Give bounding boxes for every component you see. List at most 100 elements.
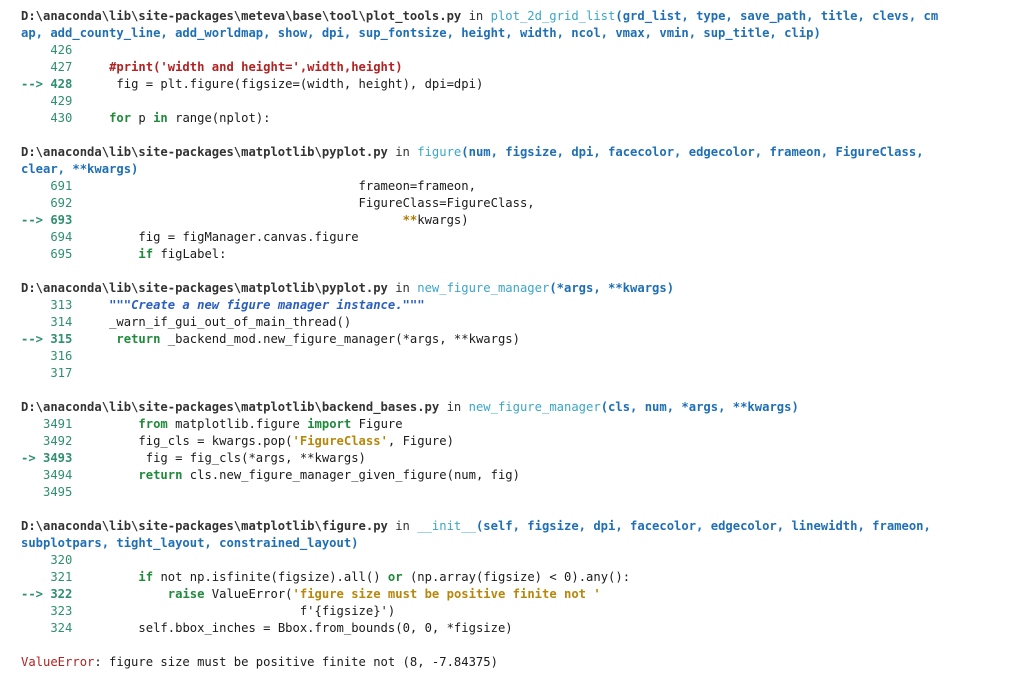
- code-line: 3495: [21, 484, 1011, 501]
- frame-separator: [21, 501, 1011, 518]
- docstring: """Create a new figure manager instance.…: [109, 298, 425, 312]
- code-line: 694 fig = figManager.canvas.figure: [21, 229, 1011, 246]
- code-text: fig = fig_cls(*args, **kwargs): [145, 451, 366, 465]
- code-text: kwargs): [417, 213, 469, 227]
- line-number: 429: [21, 94, 73, 108]
- code-line: 691 frameon=frameon,: [21, 178, 1011, 195]
- frame-header: D:\anaconda\lib\site-packages\meteva\bas…: [21, 8, 1011, 25]
- frame-header-continued: subplotpars, tight_layout, constrained_l…: [21, 535, 1011, 552]
- traceback-panel: D:\anaconda\lib\site-packages\meteva\bas…: [21, 8, 1011, 671]
- frame-header: D:\anaconda\lib\site-packages\matplotlib…: [21, 144, 1011, 161]
- code-keyword: in: [153, 111, 168, 125]
- code-line: 429: [21, 93, 1011, 110]
- function-name: plot_2d_grid_list: [490, 9, 616, 23]
- code-text: Figure: [351, 417, 403, 431]
- code-text: fig = plt.figure(figsize=(width, height)…: [116, 77, 484, 91]
- code-text: (np.array(figsize) < 0).any():: [402, 570, 631, 584]
- line-number: 692: [21, 196, 73, 210]
- in-keyword: in: [387, 519, 418, 533]
- line-number: 321: [21, 570, 73, 584]
- file-path-link: D:\anaconda\lib\site-packages\matplotlib…: [21, 281, 388, 295]
- line-number: 324: [21, 621, 73, 635]
- function-signature: (num, figsize, dpi, facecolor, edgecolor…: [461, 145, 924, 159]
- code-line: --> 315 return _backend_mod.new_figure_m…: [21, 331, 1011, 348]
- frame-header: D:\anaconda\lib\site-packages\matplotlib…: [21, 399, 1011, 416]
- line-number: 323: [21, 604, 73, 618]
- line-number: 320: [21, 553, 73, 567]
- code-keyword: return: [138, 468, 183, 482]
- code-keyword: raise: [167, 587, 205, 601]
- line-number: 691: [21, 179, 73, 193]
- code-line: --> 428 fig = plt.figure(figsize=(width,…: [21, 76, 1011, 93]
- code-text: self.bbox_inches = Bbox.from_bounds(0, 0…: [138, 621, 513, 635]
- function-name: new_figure_manager: [417, 281, 550, 295]
- line-number: 430: [21, 111, 73, 125]
- current-line-marker: --> 428: [21, 77, 73, 91]
- function-signature: (*args, **kwargs): [549, 281, 675, 295]
- code-text: range(nplot):: [167, 111, 271, 125]
- code-text: _backend_mod.new_figure_manager(*args, *…: [160, 332, 520, 346]
- code-string: 'figure size must be positive finite not…: [292, 587, 601, 601]
- current-line-marker: -> 3493: [21, 451, 73, 465]
- code-text: fig = figManager.canvas.figure: [138, 230, 359, 244]
- line-number: 3491: [21, 417, 73, 431]
- code-line: 695 if figLabel:: [21, 246, 1011, 263]
- code-line: 3491 from matplotlib.figure import Figur…: [21, 416, 1011, 433]
- code-line: 427 #print('width and height=',width,hei…: [21, 59, 1011, 76]
- line-number: 3492: [21, 434, 73, 448]
- code-text: ValueError(: [204, 587, 293, 601]
- frame-header-continued: clear, **kwargs): [21, 161, 1011, 178]
- code-line: --> 322 raise ValueError('figure size mu…: [21, 586, 1011, 603]
- line-number: 3494: [21, 468, 73, 482]
- code-line: 324 self.bbox_inches = Bbox.from_bounds(…: [21, 620, 1011, 637]
- line-number: 427: [21, 60, 73, 74]
- file-path-link: D:\anaconda\lib\site-packages\matplotlib…: [21, 400, 440, 414]
- code-line: 317: [21, 365, 1011, 382]
- code-text: cls.new_figure_manager_given_figure(num,…: [182, 468, 520, 482]
- function-signature: clear, **kwargs): [21, 162, 139, 176]
- code-keyword: return: [116, 332, 161, 346]
- line-number: 426: [21, 43, 73, 57]
- code-keyword: from: [138, 417, 168, 431]
- function-signature: (grd_list, type, save_path, title, clevs…: [615, 9, 939, 23]
- line-number: 3495: [21, 485, 73, 499]
- line-number: 316: [21, 349, 73, 363]
- line-number: 695: [21, 247, 73, 261]
- code-text: fig_cls = kwargs.pop(: [138, 434, 293, 448]
- file-path-link: D:\anaconda\lib\site-packages\matplotlib…: [21, 519, 388, 533]
- code-text: FigureClass=FigureClass,: [358, 196, 535, 210]
- line-number: 313: [21, 298, 73, 312]
- code-string: 'FigureClass': [292, 434, 388, 448]
- error-message: : figure size must be positive finite no…: [94, 655, 498, 669]
- line-number: 694: [21, 230, 73, 244]
- current-line-marker: --> 322: [21, 587, 73, 601]
- code-line: 321 if not np.isfinite(figsize).all() or…: [21, 569, 1011, 586]
- file-path-link: D:\anaconda\lib\site-packages\meteva\bas…: [21, 9, 462, 23]
- function-signature: (cls, num, *args, **kwargs): [600, 400, 799, 414]
- code-line: 323 f'{figsize}'): [21, 603, 1011, 620]
- function-signature: ap, add_county_line, add_worldmap, show,…: [21, 26, 821, 40]
- code-text: p: [131, 111, 154, 125]
- code-line: 316: [21, 348, 1011, 365]
- frame-header-continued: ap, add_county_line, add_worldmap, show,…: [21, 25, 1011, 42]
- code-keyword: if: [138, 570, 154, 584]
- frame-separator: [21, 382, 1011, 399]
- code-line: 426: [21, 42, 1011, 59]
- code-line: 430 for p in range(nplot):: [21, 110, 1011, 127]
